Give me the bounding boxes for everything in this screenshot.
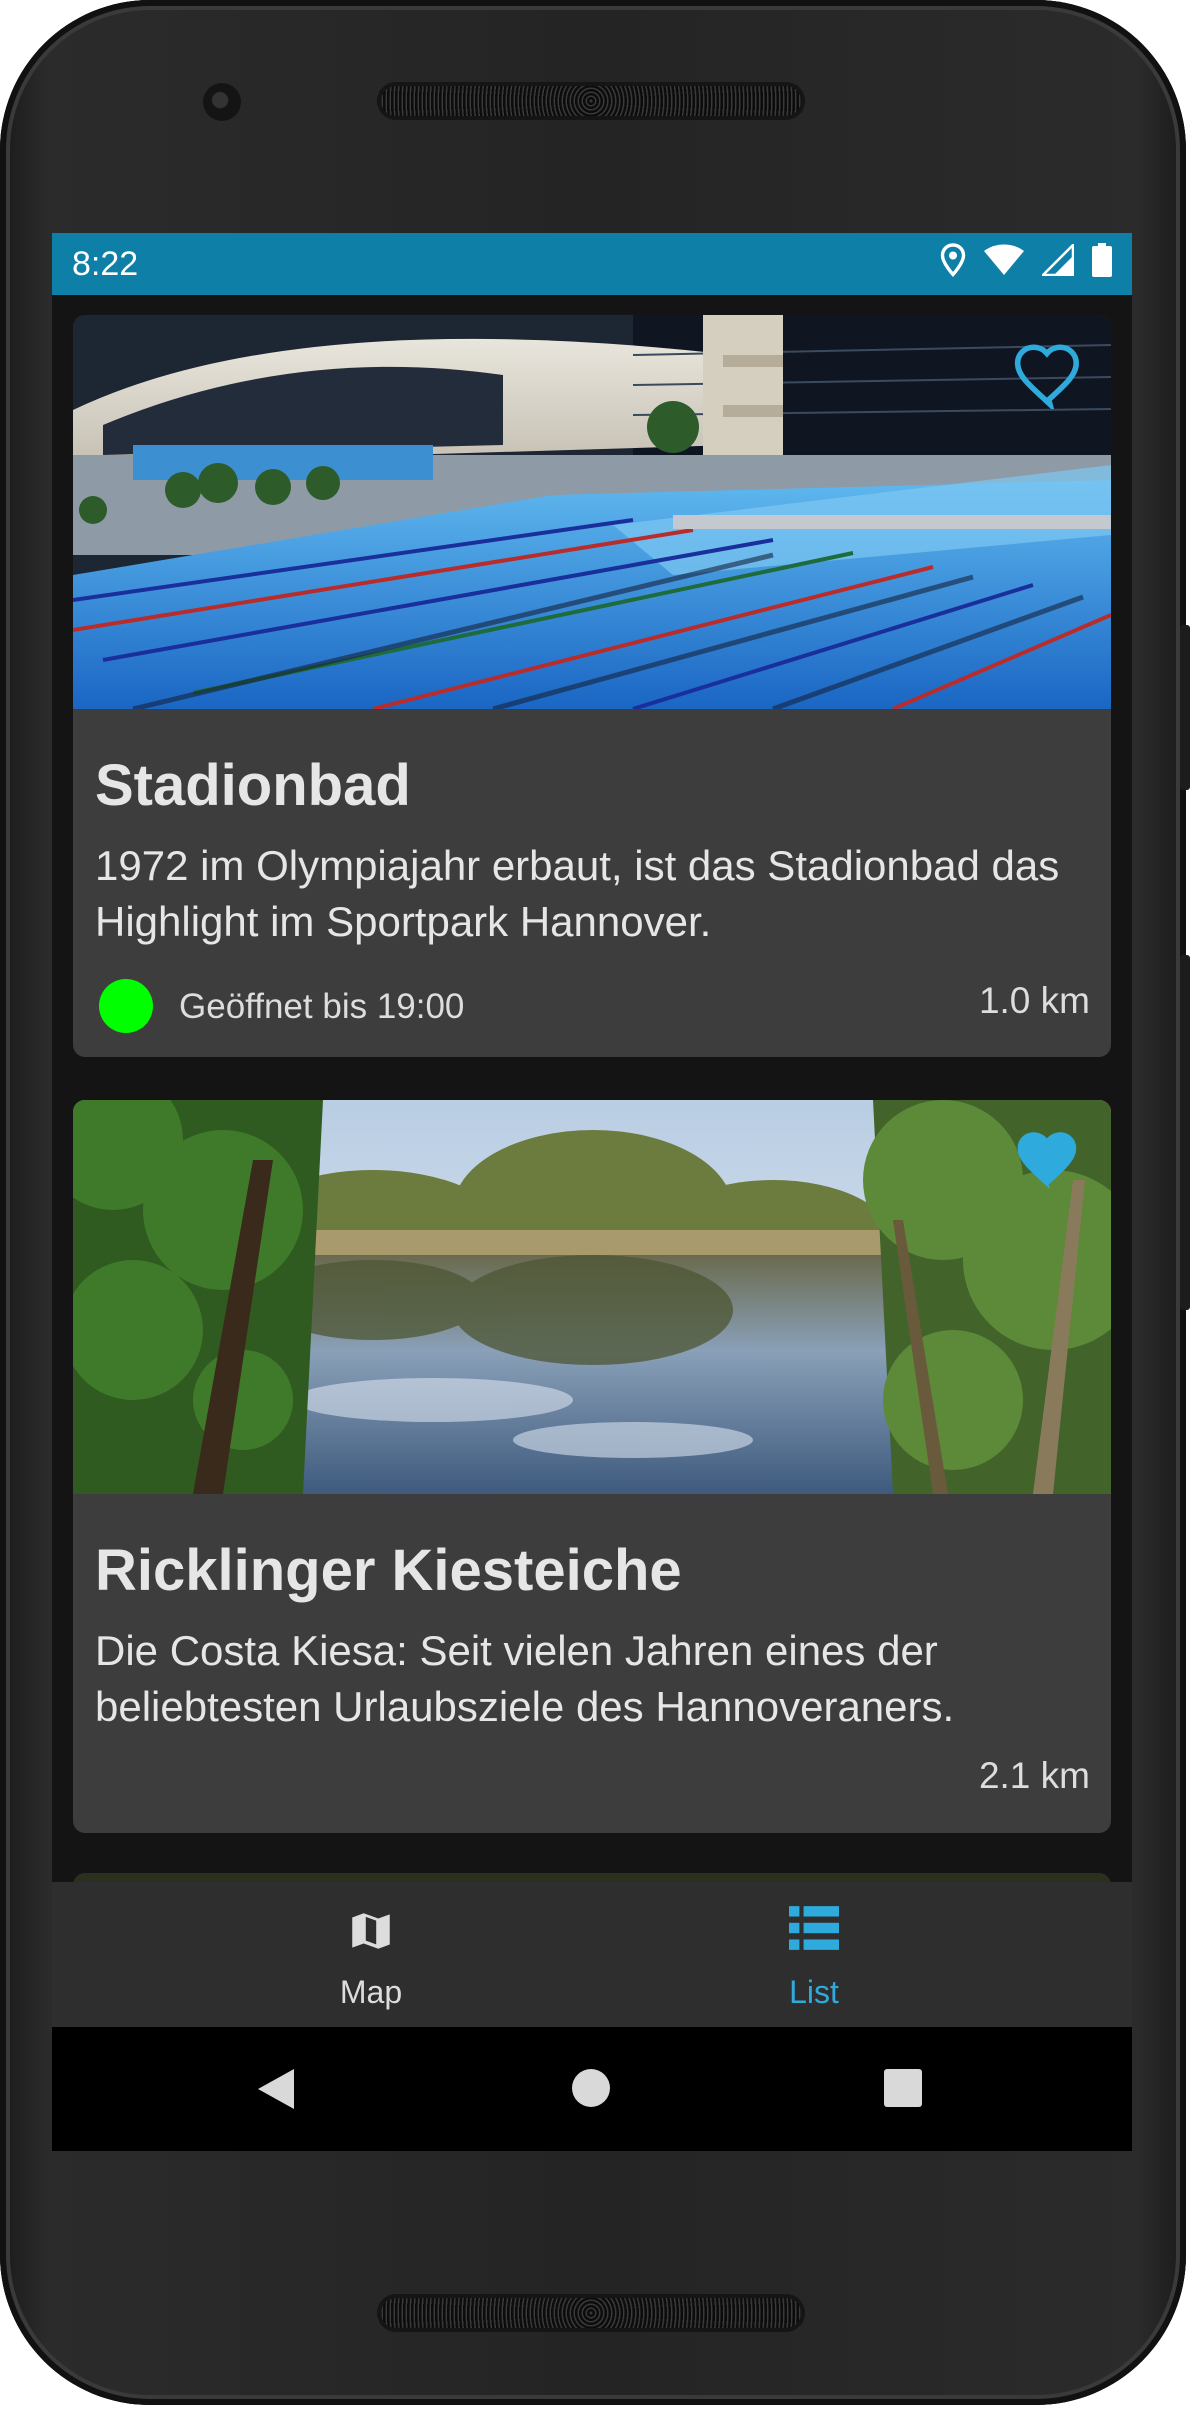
power-button <box>1180 625 1190 790</box>
nav-tab-list[interactable]: List <box>664 1882 964 2027</box>
battery-icon <box>1092 243 1112 277</box>
home-icon[interactable] <box>570 2067 612 2109</box>
place-list[interactable]: Stadionbad 1972 im Olympiajahr erbaut, i… <box>52 295 1132 2111</box>
location-icon <box>940 243 966 277</box>
nav-label-map: Map <box>339 1974 403 2010</box>
place-title: Ricklinger Kiesteiche <box>95 1538 682 1603</box>
screen: 8:22 Stadionbad 1972 im Olympiajahr erba… <box>52 233 1132 2151</box>
place-image-lake <box>73 1100 1111 1494</box>
distance-label: 1.0 km <box>978 980 1090 1021</box>
system-navigation-bar <box>52 2027 1132 2151</box>
phone-frame: 8:22 Stadionbad 1972 im Olympiajahr erba… <box>0 0 1190 2405</box>
volume-button <box>1180 955 1190 1310</box>
back-icon[interactable] <box>256 2067 296 2111</box>
place-card[interactable]: Stadionbad 1972 im Olympiajahr erbaut, i… <box>73 315 1111 1057</box>
place-title: Stadionbad <box>95 753 411 818</box>
favorite-outline-icon[interactable] <box>1013 341 1087 409</box>
list-icon <box>789 1906 839 1950</box>
wifi-icon <box>984 244 1024 275</box>
open-status-indicator <box>99 979 153 1033</box>
place-card[interactable]: Ricklinger Kiesteiche Die Costa Kiesa: S… <box>73 1100 1111 1833</box>
nav-label-list: List <box>789 1974 839 2010</box>
bottom-speaker <box>377 2294 805 2332</box>
front-camera <box>203 83 241 121</box>
place-description: Die Costa Kiesa: Seit vielen Jahren eine… <box>95 1627 955 1730</box>
place-description: 1972 im Olympiajahr erbaut, ist das Stad… <box>95 842 1060 945</box>
status-time: 8:22 <box>72 245 139 283</box>
status-bar: 8:22 <box>52 233 1132 295</box>
signal-icon <box>1042 244 1074 276</box>
bottom-navigation: Map List <box>52 1882 1132 2027</box>
recents-icon[interactable] <box>882 2067 924 2109</box>
distance-label: 2.1 km <box>978 1755 1090 1796</box>
opening-hours: Geöffnet bis 19:00 <box>179 987 465 1026</box>
place-image-pool <box>73 315 1111 709</box>
nav-tab-map[interactable]: Map <box>221 1882 521 2027</box>
favorite-filled-icon[interactable] <box>1013 1126 1087 1194</box>
map-icon <box>352 1913 390 1949</box>
top-speaker <box>377 82 805 120</box>
